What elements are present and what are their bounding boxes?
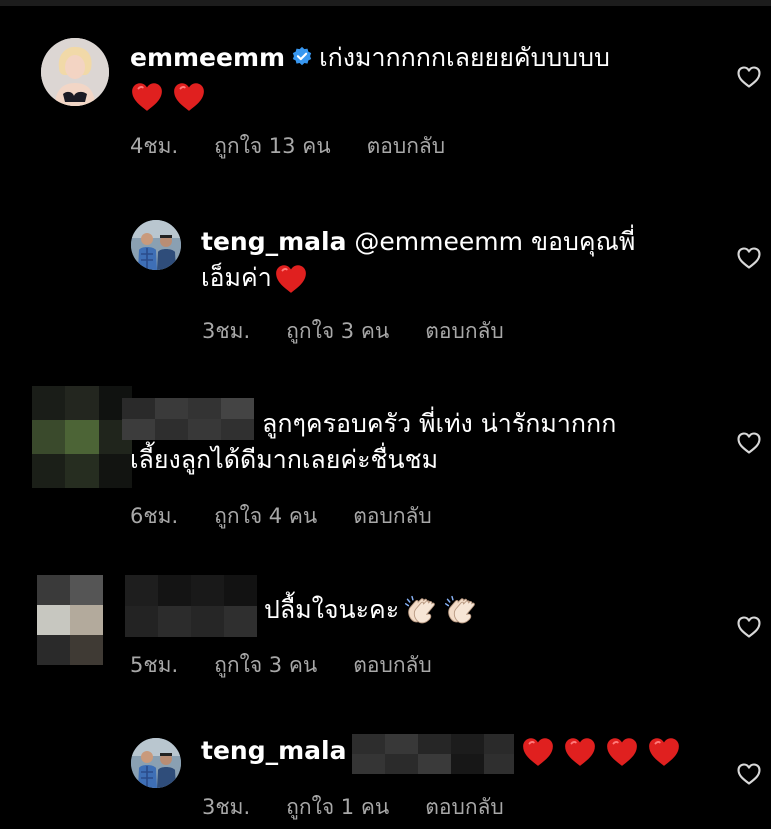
- heart-outline-icon[interactable]: [736, 245, 762, 271]
- clapping-hands-emoji: [443, 593, 479, 629]
- comment-body: เก่งมากกกกเลยยยคับบบบบ: [319, 43, 610, 72]
- avatar-pixelated[interactable]: [37, 575, 103, 665]
- comment-body: ขอบคุณพี่: [530, 227, 636, 256]
- emoji-row: [521, 735, 689, 769]
- comment-item: ลูกๆครอบครัว พี่เท่ง น่ารักมากกก เลี้ยงล…: [0, 350, 771, 545]
- avatar[interactable]: [41, 38, 109, 106]
- avatar[interactable]: [131, 738, 181, 788]
- verified-badge-icon: [292, 46, 312, 66]
- likes-count[interactable]: ถูกใจ 13 คน: [214, 130, 330, 163]
- username[interactable]: emmeemm: [130, 43, 285, 72]
- likes-count[interactable]: ถูกใจ 3 คน: [286, 315, 389, 348]
- comment-body: ลูกๆครอบครัว พี่เท่ง น่ารักมากกก: [262, 409, 617, 438]
- comment-item: ปลื้มใจนะคะ 5ชม. ถูกใจ 3 คน ตอบกลับ: [0, 545, 771, 700]
- mention-pixelated[interactable]: [352, 734, 514, 774]
- heart-outline-icon[interactable]: [736, 64, 762, 90]
- comment-meta: 5ชม. ถูกใจ 3 คน ตอบกลับ: [130, 649, 432, 682]
- username-pixelated[interactable]: [125, 575, 257, 637]
- red-heart-emoji: [521, 735, 555, 769]
- likes-count[interactable]: ถูกใจ 3 คน: [214, 649, 317, 682]
- comment-body: ปลื้มใจนะคะ: [264, 595, 400, 624]
- username[interactable]: teng_mala: [201, 227, 346, 256]
- reply-button[interactable]: ตอบกลับ: [353, 649, 432, 682]
- likes-count[interactable]: ถูกใจ 4 คน: [214, 500, 317, 533]
- red-heart-emoji: [274, 262, 308, 296]
- comment-body-line2: เอ็มค่า: [201, 263, 272, 292]
- comment-time: 5ชม.: [130, 653, 179, 677]
- reply-item: teng_mala 3ชม. ถูกใจ 1 คน ตอบกลับ: [0, 700, 771, 829]
- comment-time: 3ชม.: [202, 795, 251, 819]
- clapping-hands-emoji: [403, 593, 439, 629]
- comment-text: emmeemm เก่งมากกกกเลยยยคับบบบบ: [130, 40, 690, 114]
- comment-meta: 4ชม. ถูกใจ 13 คน ตอบกลับ: [130, 130, 445, 163]
- red-heart-emoji: [130, 80, 164, 114]
- comment-time: 6ชม.: [130, 504, 179, 528]
- red-heart-emoji: [647, 735, 681, 769]
- avatar-photo: [41, 38, 109, 106]
- username[interactable]: teng_mala: [201, 736, 346, 765]
- red-heart-emoji: [563, 735, 597, 769]
- heart-outline-icon[interactable]: [736, 614, 762, 640]
- comment-text: ลูกๆครอบครัว พี่เท่ง น่ารักมากกก เลี้ยงล…: [130, 406, 690, 478]
- likes-count[interactable]: ถูกใจ 1 คน: [286, 791, 389, 824]
- avatar-photo: [131, 738, 181, 788]
- comment-time: 4ชม.: [130, 134, 179, 158]
- reply-button[interactable]: ตอบกลับ: [367, 130, 446, 163]
- comment-meta: 6ชม. ถูกใจ 4 คน ตอบกลับ: [130, 500, 432, 533]
- comment-text: ปลื้มใจนะคะ: [264, 592, 664, 629]
- comment-time: 3ชม.: [202, 319, 251, 343]
- red-heart-emoji: [605, 735, 639, 769]
- mention-link[interactable]: @emmeemm: [354, 227, 523, 256]
- avatar[interactable]: [131, 220, 181, 270]
- red-heart-emoji: [172, 80, 206, 114]
- comment-meta: 3ชม. ถูกใจ 3 คน ตอบกลับ: [202, 315, 504, 348]
- comment-meta: 3ชม. ถูกใจ 1 คน ตอบกลับ: [202, 791, 504, 824]
- comment-text: teng_mala @emmeemm ขอบคุณพี่ เอ็มค่า: [201, 224, 701, 296]
- reply-button[interactable]: ตอบกลับ: [425, 315, 504, 348]
- avatar-pixelated[interactable]: [32, 386, 132, 488]
- heart-outline-icon[interactable]: [736, 430, 762, 456]
- reply-button[interactable]: ตอบกลับ: [353, 500, 432, 533]
- comment-item: emmeemm เก่งมากกกกเลยยยคับบบบบ 4ชม. ถูกใจ …: [0, 0, 771, 170]
- comment-body-line2: เลี้ยงลูกได้ดีมากเลยค่ะชื่นชม: [130, 445, 439, 474]
- reply-item: teng_mala @emmeemm ขอบคุณพี่ เอ็มค่า 3ชม…: [0, 170, 771, 350]
- heart-outline-icon[interactable]: [736, 761, 762, 787]
- reply-button[interactable]: ตอบกลับ: [425, 791, 504, 824]
- avatar-photo: [131, 220, 181, 270]
